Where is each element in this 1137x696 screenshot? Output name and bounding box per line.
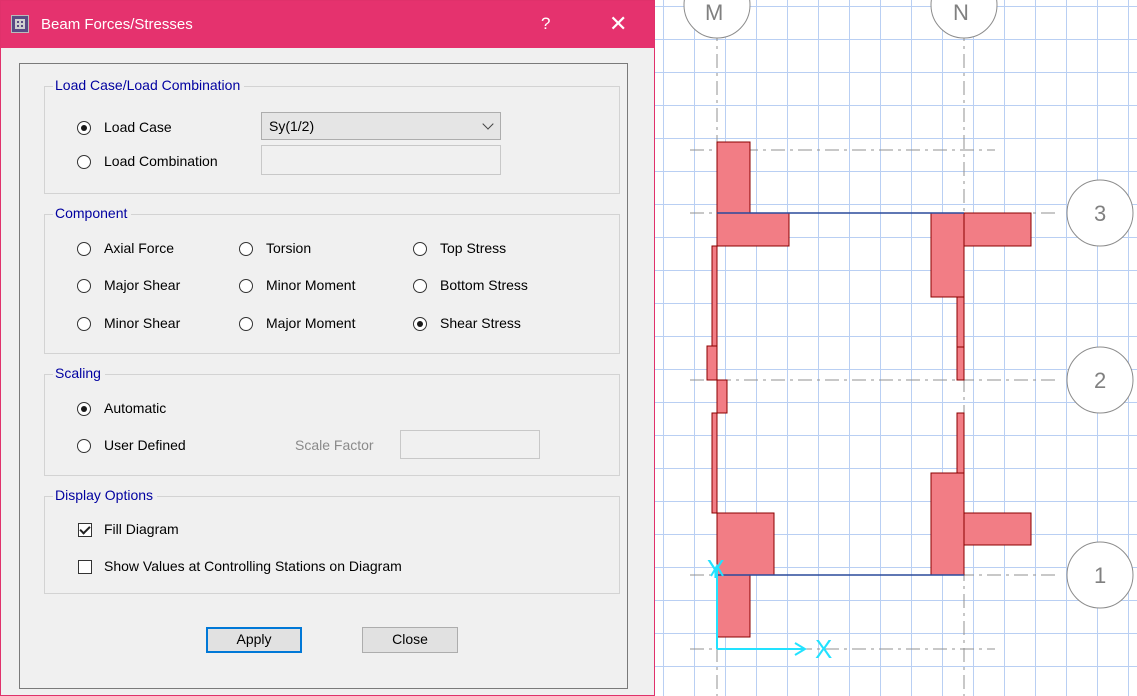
major-moment-radio[interactable] (239, 317, 253, 331)
load-case-radio-label[interactable]: Load Case (104, 119, 172, 135)
diagram-segment (956, 412, 965, 474)
automatic-label[interactable]: Automatic (104, 400, 166, 416)
grid-bubble-label-1: 1 (1094, 563, 1106, 588)
component-group-title: Component (53, 205, 132, 221)
shear-stress-radio[interactable] (413, 317, 427, 331)
help-button[interactable]: ? (541, 14, 550, 34)
component-group: Component Axial Force Torsion Top Stress… (44, 205, 620, 354)
x-axis-label: X (815, 634, 832, 664)
major-shear-radio[interactable] (77, 279, 91, 293)
fill-diagram-checkbox[interactable] (78, 523, 92, 537)
minor-moment-label[interactable]: Minor Moment (266, 277, 355, 293)
top-stress-radio[interactable] (413, 242, 427, 256)
load-case-group: Load Case/Load Combination Load Case Sy(… (44, 77, 620, 194)
shear-stress-diagram (706, 141, 1032, 638)
bottom-stress-radio[interactable] (413, 279, 427, 293)
minor-moment-radio[interactable] (239, 279, 253, 293)
load-combination-field[interactable] (261, 145, 501, 175)
diagram-segment (706, 345, 718, 381)
grid-bubble-label-2: 2 (1094, 368, 1106, 393)
major-moment-label[interactable]: Major Moment (266, 315, 355, 331)
close-button[interactable]: Close (362, 627, 458, 653)
axial-force-radio[interactable] (77, 242, 91, 256)
beam-forces-dialog: Beam Forces/Stresses ? ✕ Load Case/Load … (0, 0, 655, 696)
model-view-canvas[interactable]: M N 3 2 1 Y X (655, 0, 1137, 696)
user-defined-radio[interactable] (77, 439, 91, 453)
load-combination-radio[interactable] (77, 155, 91, 169)
scaling-group-title: Scaling (53, 365, 105, 381)
beam-diagram-drawing: M N 3 2 1 Y X (683, 0, 1134, 696)
scale-factor-field[interactable] (400, 430, 540, 459)
torsion-radio[interactable] (239, 242, 253, 256)
scale-factor-label: Scale Factor (295, 437, 374, 453)
top-stress-label[interactable]: Top Stress (440, 240, 506, 256)
torsion-label[interactable]: Torsion (266, 240, 311, 256)
diagram-segment (716, 512, 775, 576)
shear-stress-label[interactable]: Shear Stress (440, 315, 521, 331)
load-case-group-title: Load Case/Load Combination (53, 77, 245, 93)
diagram-segment (963, 512, 1032, 546)
window-title: Beam Forces/Stresses (41, 16, 193, 33)
user-defined-label[interactable]: User Defined (104, 437, 186, 453)
load-case-select-value: Sy(1/2) (269, 118, 315, 134)
show-values-label[interactable]: Show Values at Controlling Stations on D… (104, 558, 402, 574)
diagram-segment (716, 574, 751, 638)
diagram-segment (711, 412, 718, 514)
diagram-segment (716, 212, 790, 247)
diagram-segment (930, 472, 965, 576)
minor-shear-label[interactable]: Minor Shear (104, 315, 180, 331)
dialog-content: Load Case/Load Combination Load Case Sy(… (19, 63, 628, 689)
fill-diagram-label[interactable]: Fill Diagram (104, 521, 179, 537)
diagram-segment (716, 379, 728, 414)
diagram-segment (711, 245, 718, 347)
title-bar[interactable]: Beam Forces/Stresses ? ✕ (1, 1, 654, 48)
diagram-segment (716, 141, 751, 214)
chevron-down-icon (482, 118, 494, 130)
diagram-segment (956, 296, 965, 348)
diagram-segment (930, 212, 965, 298)
load-case-radio[interactable] (77, 121, 91, 135)
bottom-stress-label[interactable]: Bottom Stress (440, 277, 528, 293)
close-window-button[interactable]: ✕ (609, 11, 627, 37)
load-combination-radio-label[interactable]: Load Combination (104, 153, 218, 169)
scaling-group: Scaling Automatic User Defined Scale Fac… (44, 365, 620, 476)
load-case-select[interactable]: Sy(1/2) (261, 112, 501, 140)
automatic-radio[interactable] (77, 402, 91, 416)
minor-shear-radio[interactable] (77, 317, 91, 331)
diagram-segment (956, 346, 965, 381)
display-options-group: Display Options Fill Diagram Show Values… (44, 487, 620, 594)
show-values-checkbox[interactable] (78, 560, 92, 574)
y-axis-label: Y (707, 554, 724, 584)
apply-button[interactable]: Apply (206, 627, 302, 653)
grid-bubble-label-3: 3 (1094, 201, 1106, 226)
axial-force-label[interactable]: Axial Force (104, 240, 174, 256)
major-shear-label[interactable]: Major Shear (104, 277, 180, 293)
app-icon (11, 15, 29, 33)
diagram-segment (963, 212, 1032, 247)
grid-bubble-label-n: N (953, 0, 969, 25)
display-options-group-title: Display Options (53, 487, 158, 503)
grid-bubble-label-m: M (705, 0, 723, 25)
